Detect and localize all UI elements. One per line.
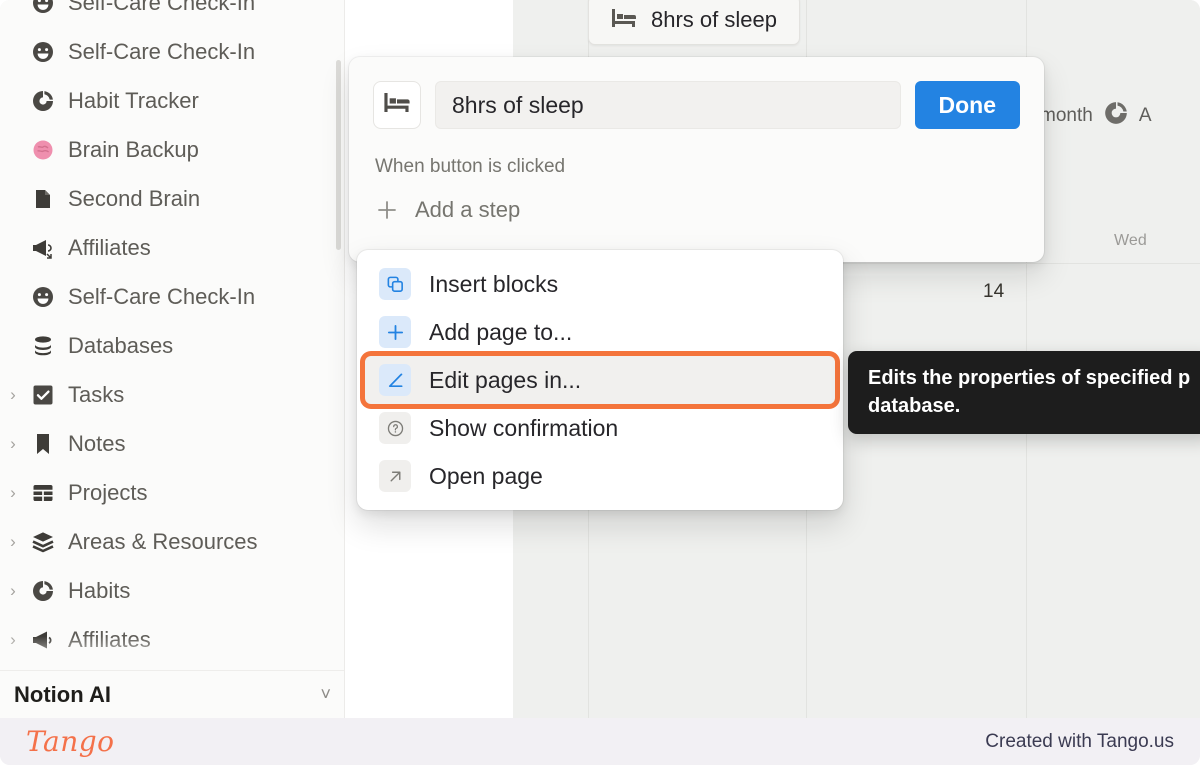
action-step-menu: Insert blocks Add page to... Edit pages in… <box>357 250 843 510</box>
copy-blocks-icon <box>379 268 411 300</box>
table-icon <box>26 481 60 505</box>
donut-chart-icon <box>1103 100 1129 132</box>
sidebar-item-self-care-check-in[interactable]: ›Self-Care Check-In <box>0 27 344 76</box>
menu-item-show-confirmation[interactable]: Show confirmation <box>365 404 835 452</box>
sidebar-item-label: Habits <box>68 577 131 603</box>
tooltip-line-2: database. <box>868 394 961 417</box>
sidebar-item-label: Self-Care Check-In <box>68 283 256 309</box>
bookmark-icon <box>26 432 60 456</box>
grin-emoji-icon <box>26 40 60 64</box>
menu-item-label: Open page <box>429 462 543 489</box>
chevron-right-icon[interactable]: › <box>0 630 26 650</box>
button-icon-picker[interactable] <box>373 81 421 129</box>
bed-icon <box>611 8 637 33</box>
checkbox-icon <box>26 383 60 407</box>
chevron-down-icon[interactable]: ˅ <box>320 684 331 705</box>
tango-credit-text: Created with Tango.us <box>985 730 1174 752</box>
action-tooltip: Edits the properties of specified p data… <box>848 351 1200 435</box>
sidebar-scrollbar[interactable] <box>336 60 341 250</box>
sidebar-item-label: Self-Care Check-In <box>68 38 256 64</box>
button-editor-modal: Done When button is clicked Add a step <box>349 57 1044 262</box>
sidebar-item-brain-backup[interactable]: ›Brain Backup <box>0 125 344 174</box>
donut-chart-icon <box>26 579 60 603</box>
arrow-up-right-icon <box>379 460 411 492</box>
sidebar-footer-notion-ai[interactable]: Notion AI ˅ <box>0 670 344 718</box>
sidebar-item-label: Projects <box>68 479 148 505</box>
sidebar-item-label: Notes <box>68 430 126 456</box>
sidebar-item-label: Affiliates <box>68 626 151 652</box>
sidebar-item-affiliates[interactable]: › Affiliates <box>0 615 344 664</box>
add-step-label: Add a step <box>415 197 521 222</box>
calendar-day-header-wed: Wed <box>1114 232 1147 249</box>
donut-chart-icon <box>26 89 60 113</box>
sidebar-item-databases[interactable]: ›Databases <box>0 321 344 370</box>
button-name-input[interactable] <box>435 81 901 129</box>
sidebar-item-affiliates[interactable]: ›Affiliates <box>0 223 344 272</box>
tango-logo: Tango <box>26 725 115 758</box>
chevron-right-icon[interactable]: › <box>0 483 26 503</box>
sidebar-item-label: Self-Care Check-In <box>68 0 256 15</box>
sidebar: ›Self-Care Check-In›Self-Care Check-In›H… <box>0 0 345 718</box>
sidebar-item-self-care-check-in[interactable]: ›Self-Care Check-In <box>0 272 344 321</box>
app-screenshot: Wed 14 month A 8hrs of sleep ›Se <box>0 0 1200 765</box>
calendar-toolbar: month A <box>1040 100 1152 132</box>
tango-footer-bar: Tango Created with Tango.us <box>0 718 1200 765</box>
menu-item-edit-pages-in[interactable]: Edit pages in... <box>365 356 835 404</box>
sidebar-item-notes[interactable]: › Notes <box>0 419 344 468</box>
sleep-button-label: 8hrs of sleep <box>651 7 777 32</box>
menu-item-open-page[interactable]: Open page <box>365 452 835 500</box>
chevron-right-icon[interactable]: › <box>0 385 26 405</box>
menu-item-add-page-to[interactable]: Add page to... <box>365 308 835 356</box>
sidebar-item-projects[interactable]: › Projects <box>0 468 344 517</box>
add-step-button[interactable]: Add a step <box>349 178 1044 223</box>
trigger-description: When button is clicked <box>375 156 566 177</box>
menu-item-label: Add page to... <box>429 318 573 345</box>
bed-icon <box>383 92 411 118</box>
sidebar-item-areas-resources[interactable]: › Areas & Resources <box>0 517 344 566</box>
modal-header-row: Done <box>349 57 1044 129</box>
sidebar-item-label: Tasks <box>68 381 125 407</box>
chevron-right-icon[interactable]: › <box>0 581 26 601</box>
sleep-button-chip[interactable]: 8hrs of sleep <box>588 0 800 45</box>
sidebar-item-habits[interactable]: › Habits <box>0 566 344 615</box>
question-mark-icon <box>379 412 411 444</box>
tooltip-line-1: Edits the properties of specified p <box>868 367 1191 389</box>
brain-emoji-icon <box>26 138 60 162</box>
edit-angle-icon <box>379 364 411 396</box>
calendar-toolbar-partial-text: A <box>1138 105 1152 126</box>
notion-ai-label: Notion AI <box>14 681 111 707</box>
sidebar-item-label: Areas & Resources <box>68 528 258 554</box>
sidebar-item-self-care-check-in[interactable]: ›Self-Care Check-In <box>0 0 344 27</box>
calendar-view-label[interactable]: month <box>1040 105 1093 127</box>
plus-icon <box>375 198 399 222</box>
done-button[interactable]: Done <box>914 81 1020 129</box>
sidebar-item-label: Habit Tracker <box>68 87 199 113</box>
chevron-right-icon[interactable]: › <box>0 434 26 454</box>
menu-item-label: Show confirmation <box>429 414 619 441</box>
sidebar-item-second-brain[interactable]: ›Second Brain <box>0 174 344 223</box>
calendar-day-number: 14 <box>983 281 1005 302</box>
sidebar-item-tasks[interactable]: › Tasks <box>0 370 344 419</box>
page-icon <box>26 187 60 211</box>
menu-item-insert-blocks[interactable]: Insert blocks <box>365 260 835 308</box>
sidebar-item-label: Brain Backup <box>68 136 199 162</box>
sidebar-item-label: Affiliates <box>68 234 151 260</box>
sidebar-item-label: Second Brain <box>68 185 201 211</box>
sidebar-item-label: Databases <box>68 332 174 358</box>
menu-item-label: Insert blocks <box>429 270 559 297</box>
plus-icon <box>379 316 411 348</box>
megaphone-icon <box>26 628 60 652</box>
menu-item-label: Edit pages in... <box>429 366 582 393</box>
layers-icon <box>26 530 60 554</box>
chevron-right-icon[interactable]: › <box>0 532 26 552</box>
megaphone-link-icon <box>26 236 60 260</box>
database-icon <box>26 334 60 358</box>
sidebar-item-habit-tracker[interactable]: ›Habit Tracker <box>0 76 344 125</box>
grin-emoji-icon <box>26 285 60 309</box>
grin-emoji-icon <box>26 0 60 15</box>
sidebar-item-list: ›Self-Care Check-In›Self-Care Check-In›H… <box>0 0 344 713</box>
